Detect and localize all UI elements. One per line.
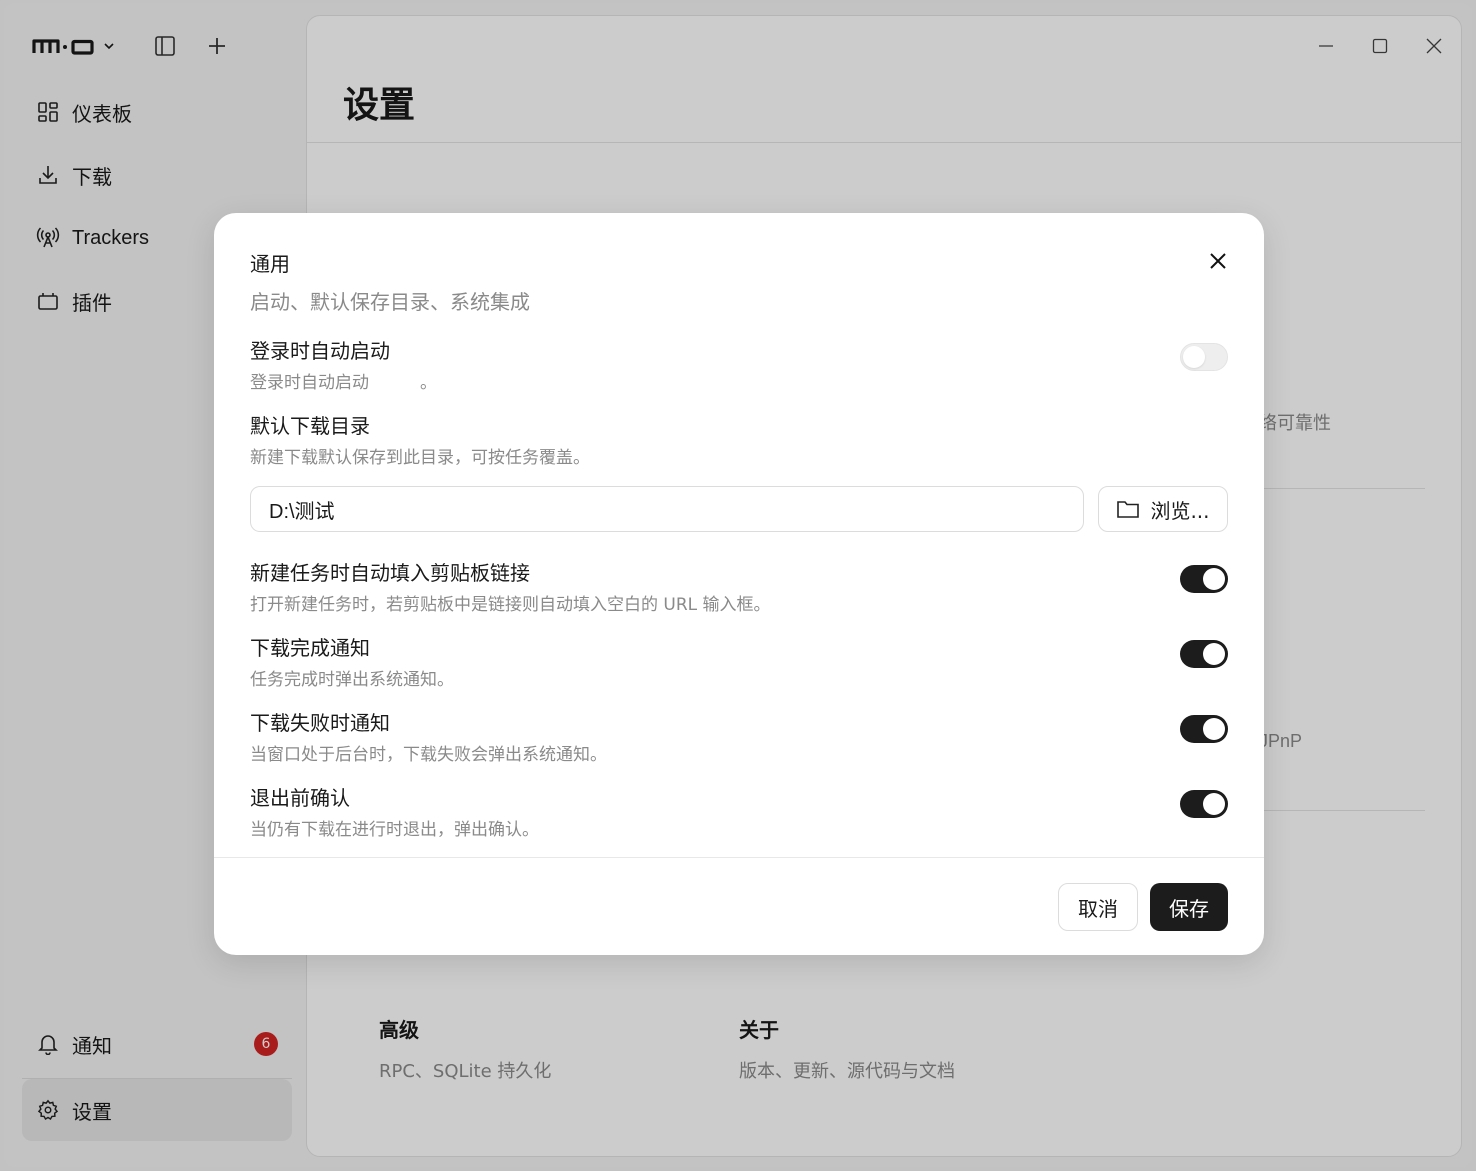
- dialog-footer-divider: [214, 857, 1264, 858]
- toggle-knob: [1203, 568, 1225, 590]
- setting-description: 当窗口处于后台时，下载失败会弹出系统通知。: [250, 745, 607, 765]
- clipboard-toggle[interactable]: [1180, 565, 1228, 593]
- exit-confirm-toggle[interactable]: [1180, 790, 1228, 818]
- general-settings-dialog: 通用 启动、默认保存目录、系统集成 登录时自动启动 登录时自动启动 。 默认下载…: [214, 213, 1264, 955]
- toggle-knob: [1203, 793, 1225, 815]
- setting-row-complete-notify: 下载完成通知 任务完成时弹出系统通知。: [250, 632, 1228, 690]
- dialog-subtitle: 启动、默认保存目录、系统集成: [250, 290, 530, 314]
- cancel-button[interactable]: 取消: [1058, 883, 1138, 931]
- toggle-knob: [1203, 643, 1225, 665]
- browse-button[interactable]: 浏览...: [1098, 486, 1228, 532]
- dialog-title: 通用: [250, 252, 290, 276]
- complete-notify-toggle[interactable]: [1180, 640, 1228, 668]
- setting-title: 退出前确认: [250, 786, 350, 810]
- close-icon[interactable]: [1206, 249, 1230, 273]
- toggle-knob: [1203, 718, 1225, 740]
- toggle-knob: [1183, 346, 1205, 368]
- download-dir-input[interactable]: D:\测试: [250, 486, 1084, 532]
- setting-title: 登录时自动启动: [250, 339, 390, 363]
- setting-title: 默认下载目录: [250, 414, 370, 438]
- setting-row-exit-confirm: 退出前确认 当仍有下载在进行时退出，弹出确认。: [250, 782, 1228, 840]
- setting-title: 新建任务时自动填入剪贴板链接: [250, 561, 530, 585]
- setting-row-fail-notify: 下载失败时通知 当窗口处于后台时，下载失败会弹出系统通知。: [250, 707, 1228, 765]
- setting-description: 任务完成时弹出系统通知。: [250, 670, 454, 690]
- setting-description: 打开新建任务时，若剪贴板中是链接则自动填入空白的 URL 输入框。: [250, 595, 771, 615]
- browse-label: 浏览...: [1150, 498, 1210, 523]
- fail-notify-toggle[interactable]: [1180, 715, 1228, 743]
- setting-row-autostart: 登录时自动启动 登录时自动启动 。: [250, 335, 1228, 393]
- setting-description: 新建下载默认保存到此目录，可按任务覆盖。: [250, 448, 590, 468]
- setting-title: 下载失败时通知: [250, 711, 390, 735]
- folder-icon: [1116, 498, 1140, 520]
- autostart-toggle[interactable]: [1180, 343, 1228, 371]
- save-button[interactable]: 保存: [1150, 883, 1228, 931]
- setting-row-clipboard: 新建任务时自动填入剪贴板链接 打开新建任务时，若剪贴板中是链接则自动填入空白的 …: [250, 557, 1228, 615]
- setting-description: 登录时自动启动 。: [250, 373, 437, 393]
- setting-row-download-dir: 默认下载目录 新建下载默认保存到此目录，可按任务覆盖。: [250, 410, 1228, 468]
- setting-title: 下载完成通知: [250, 636, 370, 660]
- setting-description: 当仍有下载在进行时退出，弹出确认。: [250, 820, 539, 840]
